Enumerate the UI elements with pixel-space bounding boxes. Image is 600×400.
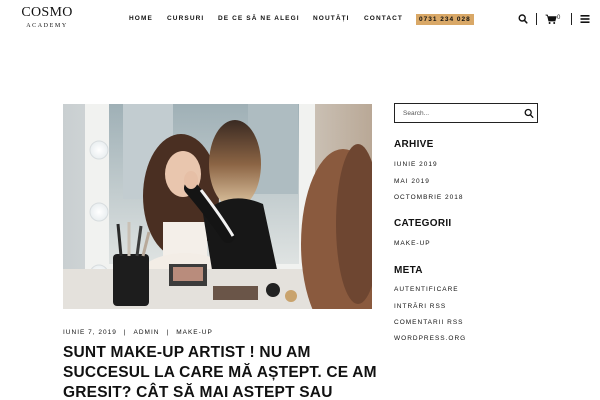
meta-link-rss-comments[interactable]: Comentarii RSS — [394, 319, 464, 326]
cart-icon[interactable] — [545, 13, 557, 25]
header-icons: 0 — [0, 12, 600, 26]
meta-link-rss-entries[interactable]: Intrări RSS — [394, 303, 446, 310]
post-category[interactable]: Make-up — [176, 329, 213, 336]
archives-title: Arhive — [394, 139, 434, 150]
search-input[interactable] — [403, 107, 518, 120]
archive-link[interactable]: Mai 2019 — [394, 178, 430, 185]
meta-separator: | — [123, 329, 127, 336]
post-meta: Iunie 7, 2019 | Admin | Make-up — [63, 329, 213, 336]
cart-count: 0 — [557, 15, 561, 21]
site-header: COSMO ACADEMY Home Cursuri De ce să ne a… — [0, 0, 600, 40]
search-icon[interactable] — [518, 13, 528, 25]
header-divider — [571, 13, 572, 25]
post-author[interactable]: Admin — [134, 329, 160, 336]
archive-link[interactable]: Iunie 2019 — [394, 161, 438, 168]
sidebar-search — [394, 103, 538, 123]
archive-link[interactable]: Octombrie 2018 — [394, 194, 464, 201]
meta-separator: | — [166, 329, 170, 336]
categories-title: Categorii — [394, 218, 452, 229]
header-divider — [536, 13, 537, 25]
post-featured-image[interactable] — [63, 104, 372, 309]
meta-title: Meta — [394, 265, 423, 276]
post-title[interactable]: Sunt make-up artist ! Nu am succesul la … — [63, 343, 383, 400]
menu-icon[interactable] — [580, 14, 590, 24]
post-date[interactable]: Iunie 7, 2019 — [63, 329, 117, 336]
makeup-photo — [63, 104, 372, 309]
meta-link-wordpress[interactable]: WordPress.org — [394, 335, 466, 342]
meta-link-login[interactable]: Autentificare — [394, 286, 459, 293]
category-link[interactable]: Make-up — [394, 240, 431, 247]
search-icon[interactable] — [524, 108, 534, 119]
